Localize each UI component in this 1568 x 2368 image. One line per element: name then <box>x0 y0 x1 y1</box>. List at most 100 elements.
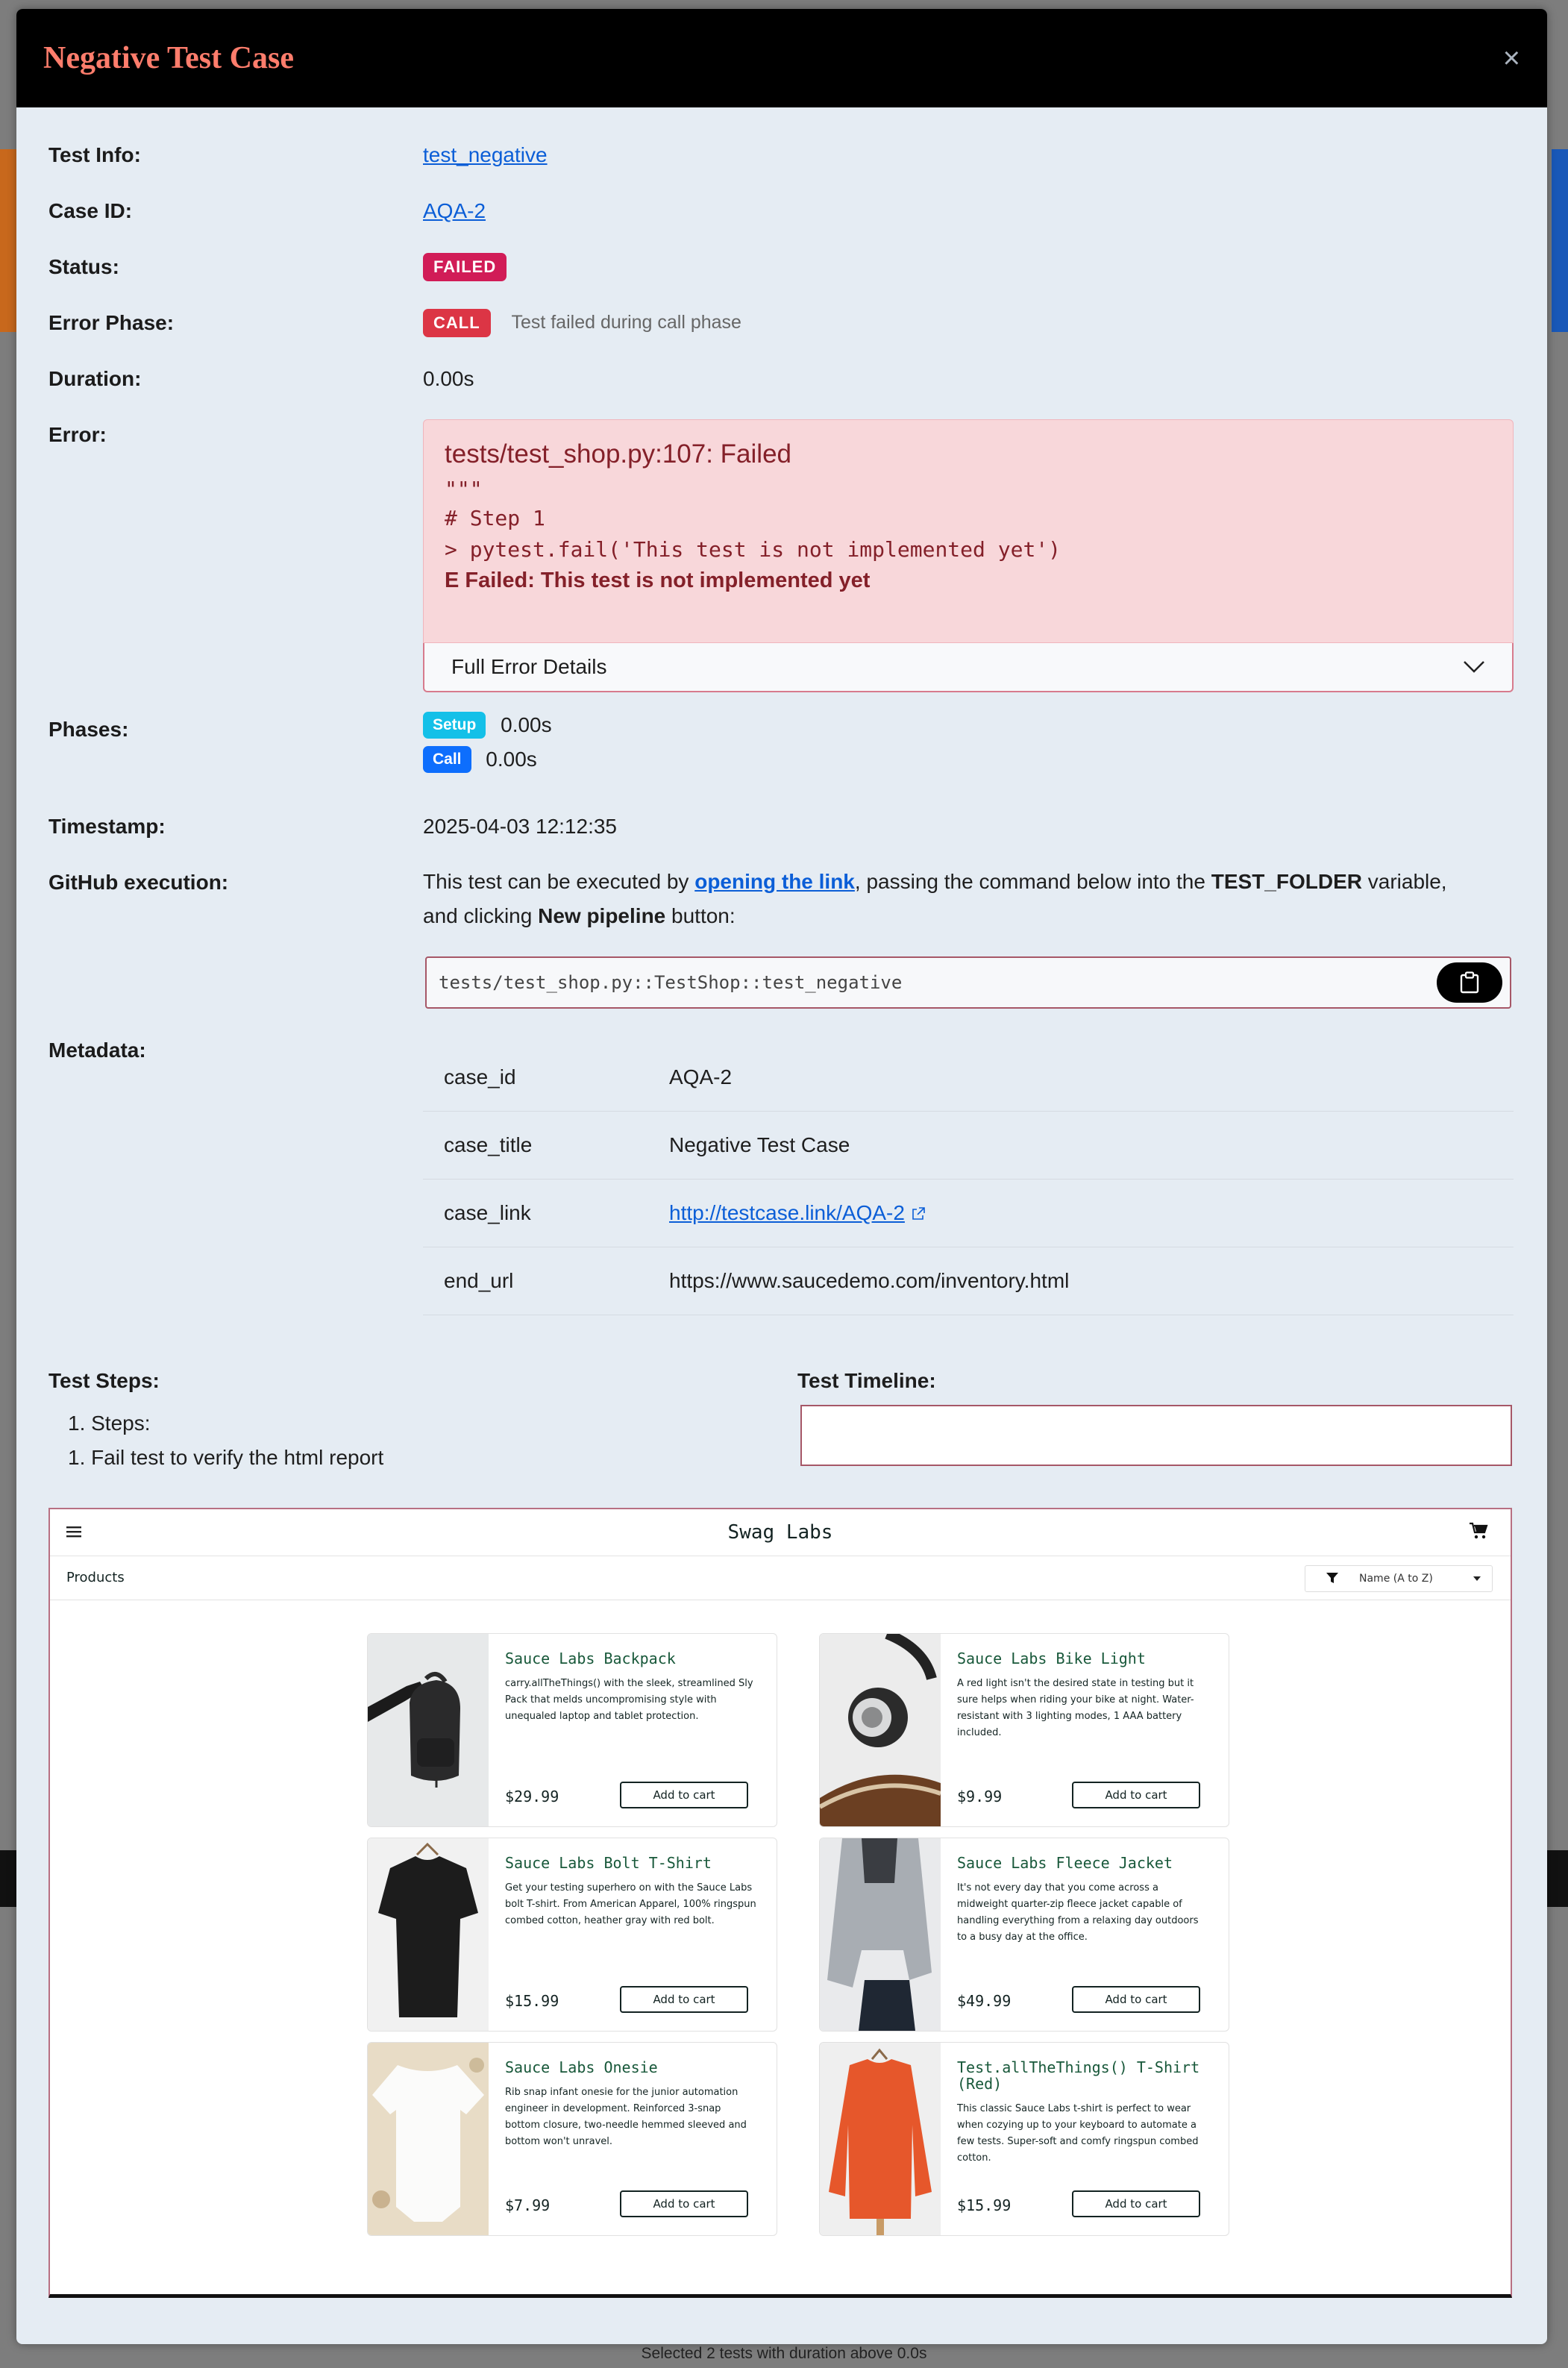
product-name[interactable]: Sauce Labs Onesie <box>505 2059 751 2076</box>
add-to-cart-button[interactable]: Add to cart <box>620 2190 748 2217</box>
add-to-cart-button[interactable]: Add to cart <box>1072 1986 1200 2013</box>
timestamp-label: Timestamp: <box>48 815 166 838</box>
product-name[interactable]: Test.allTheThings() T-Shirt (Red) <box>957 2059 1203 2092</box>
product-card: Sauce Labs Bike Light A red light isn't … <box>819 1633 1229 1827</box>
command-text[interactable]: tests/test_shop.py::TestShop::test_negat… <box>439 972 902 993</box>
metadata-key: case_link <box>444 1201 531 1224</box>
phase-setup-badge: Setup <box>423 712 486 739</box>
test-step-item: 1. Fail test to verify the html report <box>68 1446 384 1469</box>
modal-header: Negative Test Case × <box>16 9 1547 107</box>
clipboard-icon <box>1460 971 1479 994</box>
product-name[interactable]: Sauce Labs Backpack <box>505 1650 751 1667</box>
error-label: Error: <box>48 423 107 446</box>
onesie-image <box>368 2043 489 2235</box>
sort-select[interactable]: Name (A to Z) <box>1305 1565 1493 1592</box>
product-card: Sauce Labs Fleece Jacket It's not every … <box>819 1838 1229 2032</box>
status-label: Status: <box>48 255 119 278</box>
timestamp-value: 2025-04-03 12:12:35 <box>423 815 617 838</box>
error-phase-label: Error Phase: <box>48 311 175 334</box>
error-quote: """ <box>445 477 483 501</box>
status-value: FAILED <box>423 253 507 281</box>
add-to-cart-button[interactable]: Add to cart <box>1072 2190 1200 2217</box>
add-to-cart-button[interactable]: Add to cart <box>1072 1782 1200 1808</box>
app-header: Swag Labs <box>50 1509 1511 1556</box>
command-box: tests/test_shop.py::TestShop::test_negat… <box>425 956 1511 1009</box>
product-card: Test.allTheThings() T-Shirt (Red) This c… <box>819 2042 1229 2236</box>
product-price: $29.99 <box>505 1788 559 1805</box>
phase-setup-time: 0.00s <box>501 713 552 736</box>
github-variable-name: TEST_FOLDER <box>1211 870 1362 893</box>
add-to-cart-button[interactable]: Add to cart <box>620 1782 748 1808</box>
caret-down-icon <box>1473 1576 1481 1581</box>
test-timeline-box <box>800 1405 1512 1466</box>
test-steps-label: Test Steps: <box>48 1369 160 1392</box>
github-pipeline-button-name: New pipeline <box>538 904 666 927</box>
github-description: This test can be executed by opening the… <box>423 865 1512 933</box>
product-price: $15.99 <box>505 1992 559 2010</box>
products-title: Products <box>66 1570 125 1585</box>
product-name[interactable]: Sauce Labs Bike Light <box>957 1650 1203 1667</box>
metadata-value: AQA-2 <box>669 1065 733 1089</box>
copy-button[interactable] <box>1437 962 1502 1003</box>
error-phase-value: CALL Test failed during call phase <box>423 309 741 337</box>
product-description: carry.allTheThings() with the sleek, str… <box>505 1678 753 1722</box>
error-final-line: E Failed: This test is not implemented y… <box>445 568 871 592</box>
phase-call-time: 0.00s <box>486 748 537 771</box>
metadata-value: https://www.saucedemo.com/inventory.html <box>669 1269 1070 1292</box>
test-info-label: Test Info: <box>48 143 141 166</box>
cart-icon[interactable] <box>1469 1522 1488 1540</box>
product-card: Sauce Labs Onesie Rib snap infant onesie… <box>367 2042 777 2236</box>
metadata-row-item: case_link http://testcase.link/AQA-2 <box>423 1180 1514 1247</box>
test-timeline-label: Test Timeline: <box>797 1369 936 1392</box>
product-price: $9.99 <box>957 1788 1003 1805</box>
phase-item: Call 0.00s <box>423 746 552 773</box>
error-box: tests/test_shop.py:107: Failed """ # Ste… <box>423 419 1514 643</box>
phase-call-badge: Call <box>423 746 471 773</box>
opening-the-link[interactable]: opening the link <box>694 870 855 893</box>
bike-light-image <box>820 1634 941 1826</box>
full-error-details-label: Full Error Details <box>451 655 607 678</box>
test-info-link[interactable]: test_negative <box>423 143 548 167</box>
close-icon[interactable]: × <box>1503 42 1520 75</box>
github-text: variable, <box>1361 870 1447 893</box>
metadata-row-item: end_url https://www.saucedemo.com/invent… <box>423 1247 1514 1315</box>
fleece-jacket-image <box>820 1838 941 2031</box>
case-link[interactable]: http://testcase.link/AQA-2 <box>669 1201 905 1224</box>
case-id-link[interactable]: AQA-2 <box>423 199 486 223</box>
product-price: $7.99 <box>505 2196 551 2214</box>
failure-screenshot: Swag Labs Products Name (A to Z) Sauce L… <box>48 1508 1512 2298</box>
modal-title: Negative Test Case <box>43 41 294 75</box>
error-phase-badge: CALL <box>423 309 491 337</box>
metadata-value-link-wrap: http://testcase.link/AQA-2 <box>669 1201 926 1225</box>
sort-value: Name (A to Z) <box>1359 1573 1433 1585</box>
external-link-icon <box>912 1207 925 1220</box>
github-text: This test can be executed by <box>423 870 695 893</box>
github-text: and clicking <box>423 904 539 927</box>
app-subheader: Products Name (A to Z) <box>50 1556 1511 1600</box>
product-name[interactable]: Sauce Labs Bolt T-Shirt <box>505 1855 751 1871</box>
error-title: tests/test_shop.py:107: Failed <box>445 439 791 469</box>
product-description: Get your testing superhero on with the S… <box>505 1882 756 1926</box>
status-badge: FAILED <box>423 253 507 281</box>
product-description: It's not every day that you come across … <box>957 1882 1199 1943</box>
chevron-down-icon <box>1464 661 1484 673</box>
metadata-key: case_title <box>444 1133 533 1156</box>
full-error-details-toggle[interactable]: Full Error Details <box>423 643 1514 692</box>
metadata-table: case_id AQA-2 case_title Negative Test C… <box>423 1044 1514 1315</box>
product-price: $49.99 <box>957 1992 1012 2010</box>
product-description: A red light isn't the desired state in t… <box>957 1678 1194 1738</box>
product-name[interactable]: Sauce Labs Fleece Jacket <box>957 1855 1203 1871</box>
product-price: $15.99 <box>957 2196 1012 2214</box>
github-text: button: <box>665 904 736 927</box>
metadata-row-item: case_title Negative Test Case <box>423 1112 1514 1180</box>
phases-list: Setup 0.00s Call 0.00s <box>423 712 552 773</box>
product-description: This classic Sauce Labs t-shirt is perfe… <box>957 2103 1199 2164</box>
duration-label: Duration: <box>48 367 142 390</box>
github-label: GitHub execution: <box>48 871 229 894</box>
add-to-cart-button[interactable]: Add to cart <box>620 1986 748 2013</box>
phases-label: Phases: <box>48 718 129 741</box>
metadata-value: Negative Test Case <box>669 1133 850 1156</box>
error-phase-text: Test failed during call phase <box>511 312 741 333</box>
test-step-item: 1. Steps: <box>68 1412 151 1435</box>
error-line: # Step 1 <box>445 506 545 530</box>
